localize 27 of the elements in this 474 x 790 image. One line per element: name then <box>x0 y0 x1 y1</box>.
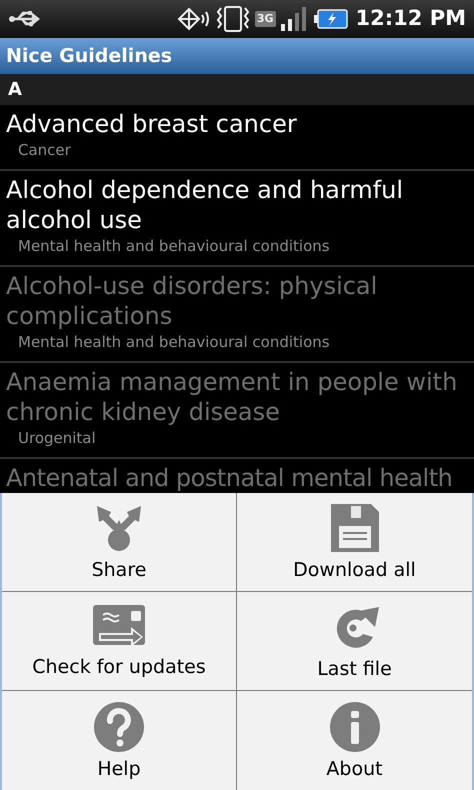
vibrate-icon <box>214 5 251 33</box>
menu-item[interactable]: Last file <box>237 592 472 691</box>
battery-icon <box>314 9 348 29</box>
menu-item[interactable]: Download all <box>237 493 472 592</box>
clock: 12:12 PM <box>356 5 466 32</box>
guideline-category: Mental health and behavioural conditions <box>17 332 331 353</box>
gps-icon <box>176 7 211 31</box>
guideline-item[interactable]: Advanced breast cancer Cancer <box>0 105 474 171</box>
guideline-category: Mental health and behavioural conditions <box>17 236 331 257</box>
guideline-title: Anaemia management in people with chronic kidney disease <box>6 367 458 427</box>
menu-item[interactable]: Check for updates <box>2 592 237 691</box>
menu-item[interactable]: About <box>237 691 472 790</box>
guideline-category: Urogenital <box>17 428 97 449</box>
guideline-title: Alcohol-use disorders: physical complications <box>6 271 378 331</box>
usb-icon <box>8 10 42 28</box>
guideline-title: Antenatal and postnatal mental health <box>6 463 454 493</box>
app-title: Nice Guidelines <box>6 44 172 69</box>
network-type: 3G <box>254 11 276 27</box>
info-icon <box>328 700 380 752</box>
guideline-category: Cancer <box>17 140 72 161</box>
guideline-item[interactable]: Alcohol dependence and harmful alcohol use Mental health and behavioural conditions <box>0 171 474 267</box>
menu-item[interactable]: Help <box>2 691 237 790</box>
menu-item[interactable]: Share <box>2 493 237 592</box>
guideline-title: Advanced breast cancer <box>6 109 298 139</box>
guideline-title: Alcohol dependence and harmful alcohol use <box>6 175 404 235</box>
help-icon <box>93 700 145 752</box>
section-letter: A <box>8 78 22 102</box>
